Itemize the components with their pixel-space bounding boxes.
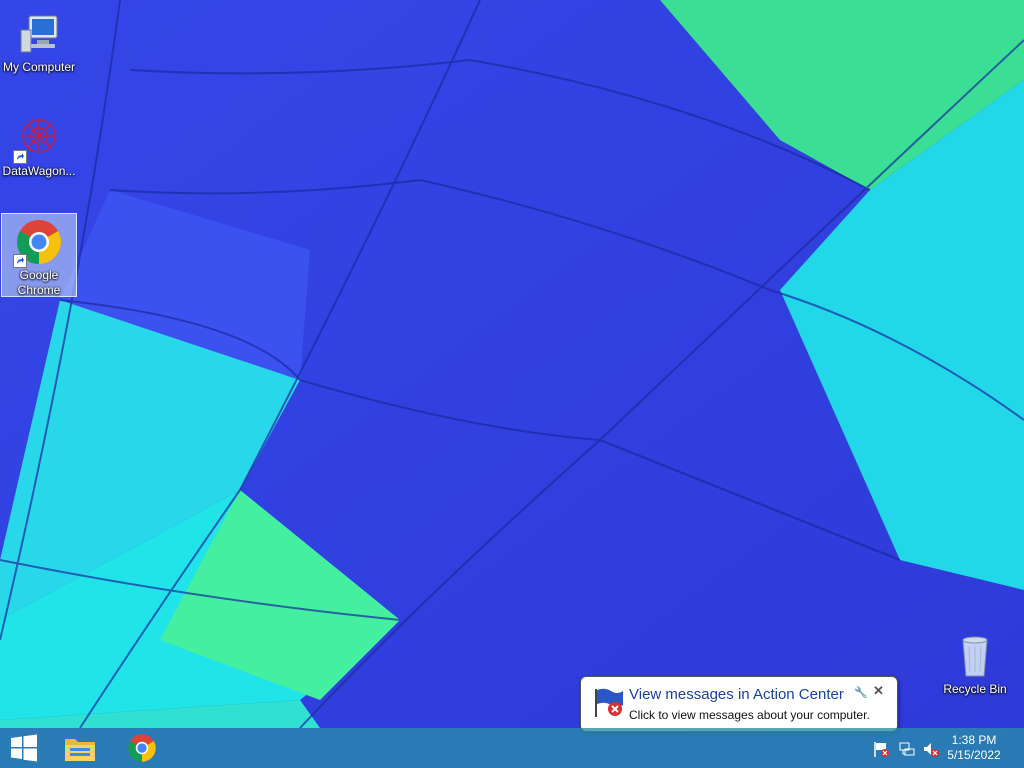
desktop-icon-recycle-bin[interactable]: Recycle Bin xyxy=(937,628,1013,697)
computer-icon xyxy=(15,10,63,58)
notification-title: View messages in Action Center xyxy=(629,686,844,703)
volume-muted-icon[interactable] xyxy=(922,740,940,758)
shortcut-arrow-icon xyxy=(13,150,27,164)
taskbar-file-explorer[interactable] xyxy=(56,728,104,768)
chrome-icon xyxy=(13,218,63,268)
action-center-flag-icon xyxy=(595,688,623,717)
recycle-bin-icon xyxy=(951,632,999,680)
network-icon[interactable] xyxy=(898,740,916,758)
notification-body: Click to view messages about your comput… xyxy=(629,708,870,722)
clock-date: 5/15/2022 xyxy=(947,748,1001,762)
desktop-icon-label: Google Chrome xyxy=(17,268,61,297)
taskbar-clock[interactable]: 1:38 PM 5/15/2022 xyxy=(944,733,1004,763)
clock-time: 1:38 PM xyxy=(951,733,997,747)
action-center-notification[interactable]: View messages in Action Center Click to … xyxy=(580,676,898,732)
desktop-wallpaper xyxy=(0,0,1024,768)
windows-logo-icon xyxy=(11,734,37,762)
desktop-icon-label: DataWagon... xyxy=(2,164,76,178)
start-button[interactable] xyxy=(0,728,48,768)
notification-settings-icon[interactable]: 🔧 xyxy=(854,686,868,699)
shortcut-arrow-icon xyxy=(13,254,27,268)
notification-close-icon[interactable]: ✕ xyxy=(873,683,884,699)
desktop-icon-label: My Computer xyxy=(2,60,76,74)
desktop-icon-label: Recycle Bin xyxy=(943,682,1007,696)
taskbar-chrome[interactable] xyxy=(118,728,166,768)
file-explorer-icon xyxy=(65,739,95,761)
action-center-flag-icon[interactable] xyxy=(872,740,890,758)
chrome-icon xyxy=(128,734,156,762)
taskbar: 1:38 PM 5/15/2022 xyxy=(0,728,1024,768)
desktop-icon-datawagon[interactable]: DataWagon... xyxy=(1,110,77,179)
desktop-icon-my-computer[interactable]: My Computer xyxy=(1,6,77,75)
desktop-icon-google-chrome[interactable]: Google Chrome xyxy=(1,213,77,297)
datawagon-icon xyxy=(13,114,63,164)
